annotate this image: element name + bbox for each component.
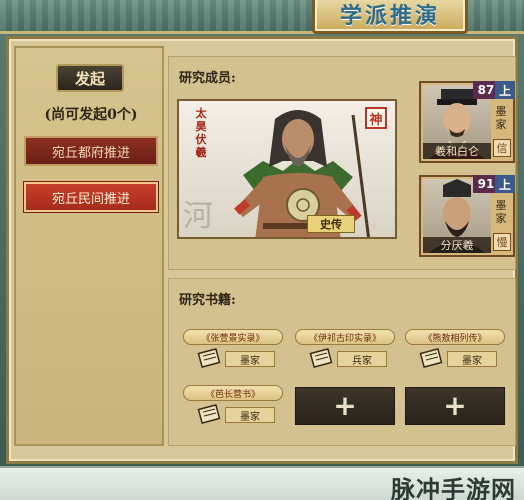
books-label: 研究书籍: [179, 293, 236, 308]
book-item[interactable]: 《伊祁古印实录》 兵家 [295, 329, 395, 373]
member-name: 分厌羲 [423, 237, 491, 253]
members-section: 研究成员: 河 太昊伏羲 神 史传 87 上 墨家 信 羲和白仑 91 上 墨家… [168, 56, 516, 270]
page-title: 学派推演 [339, 3, 440, 29]
watermark: 脉冲手游网 [391, 476, 516, 500]
book-school: 墨家 [225, 407, 275, 423]
member-grade-tag: 上 [495, 81, 515, 99]
book-school: 墨家 [447, 351, 497, 367]
add-book-slot[interactable]: + [295, 387, 395, 425]
member-card[interactable]: 91 上 墨家 慢 分厌羲 [419, 175, 515, 257]
leader-card[interactable]: 河 太昊伏羲 神 史传 [177, 99, 397, 239]
book-item[interactable]: 《芭长营书》 墨家 [183, 385, 283, 429]
book-school: 兵家 [337, 351, 387, 367]
members-label: 研究成员: [179, 71, 236, 86]
leader-sect-tag: 太昊伏羲 [195, 107, 207, 159]
books-section: 研究书籍: 《张萱景实录》 墨家 《伊祁古印实录》 兵家 《熊敖相列传》 墨家 … [168, 278, 516, 446]
member-trait: 慢 [493, 233, 511, 251]
scroll-icon [197, 403, 221, 425]
scroll-icon [309, 347, 333, 369]
book-item[interactable]: 《张萱景实录》 墨家 [183, 329, 283, 373]
scroll-icon [419, 347, 443, 369]
member-card[interactable]: 87 上 墨家 信 羲和白仑 [419, 81, 515, 163]
scroll-icon [197, 347, 221, 369]
member-grade-tag: 上 [495, 175, 515, 193]
leader-rank-badge: 神 [365, 107, 387, 129]
option-capital-push[interactable]: 宛丘都府推进 [24, 136, 158, 166]
book-school: 墨家 [225, 351, 275, 367]
member-name: 羲和白仑 [423, 143, 491, 159]
book-title: 《张萱景实录》 [183, 329, 283, 345]
book-item[interactable]: 《熊敖相列传》 墨家 [405, 329, 505, 373]
plus-icon: + [443, 389, 467, 422]
book-title: 《芭长营书》 [183, 385, 283, 401]
book-title: 《伊祁古印实录》 [295, 329, 395, 345]
member-school: 墨家 [495, 199, 507, 225]
start-button[interactable]: 发起 [56, 64, 124, 92]
add-book-slot[interactable]: + [405, 387, 505, 425]
leader-background-char: 河 [183, 199, 213, 234]
remaining-count-text: (尚可发起0个) [44, 107, 138, 123]
leader-name-tag: 史传 [307, 215, 355, 233]
option-folk-push[interactable]: 宛丘民间推进 [24, 182, 158, 212]
member-trait: 信 [493, 139, 511, 157]
title-plaque: 学派推演 [312, 0, 468, 34]
book-title: 《熊敖相列传》 [405, 329, 505, 345]
member-school: 墨家 [495, 105, 507, 131]
sidebar: 发起 (尚可发起0个) 宛丘都府推进 宛丘民间推进 [14, 46, 164, 446]
plus-icon: + [333, 389, 357, 422]
